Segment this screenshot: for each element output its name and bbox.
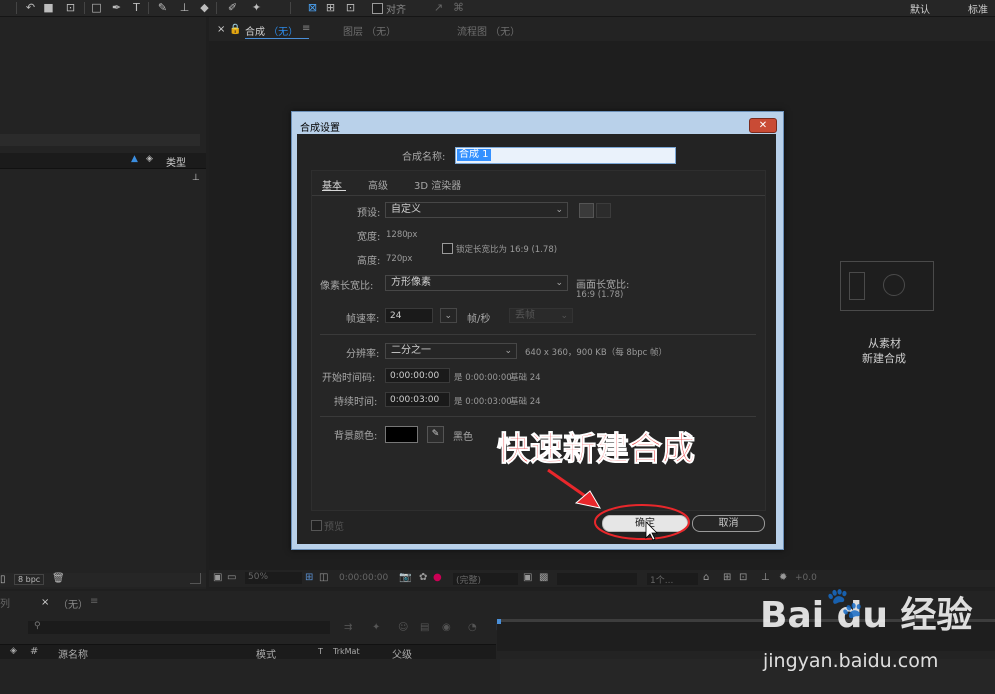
highlight-ellipse [594, 504, 690, 540]
paw-icon: 🐾 [826, 586, 864, 621]
watermark-brand: Bai du 经验 [760, 595, 973, 636]
annotation-arrow-line [547, 468, 589, 500]
annotation-text: 快速新建合成 [497, 429, 696, 469]
mouse-cursor-icon [645, 521, 658, 541]
watermark-url: jingyan.baidu.com [763, 650, 939, 672]
baidu-watermark: Bai du 经验 🐾 [760, 586, 980, 646]
